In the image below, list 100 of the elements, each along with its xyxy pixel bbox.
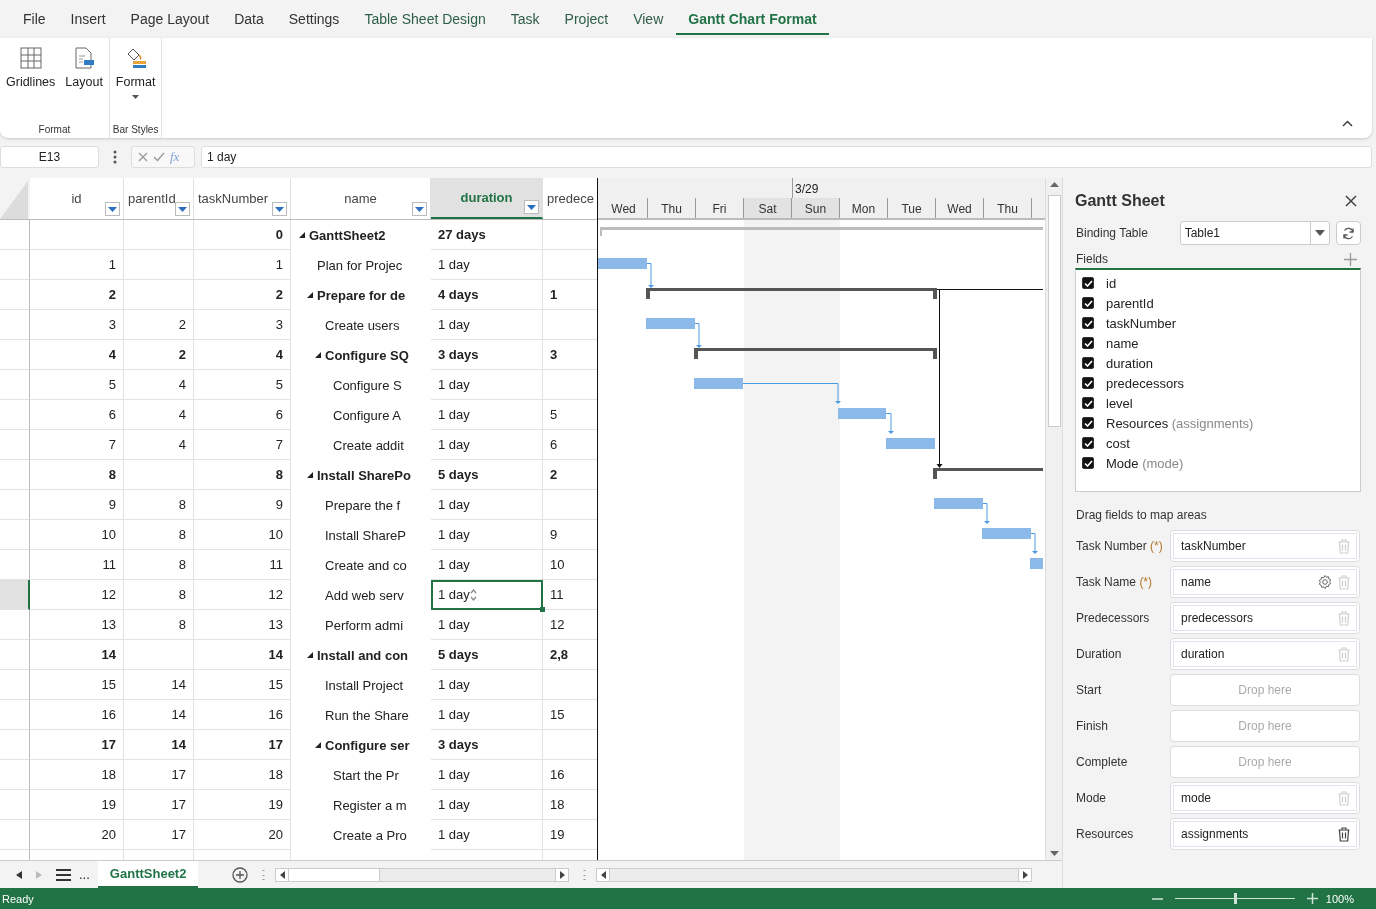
checkbox[interactable] xyxy=(1082,437,1094,449)
row-header[interactable] xyxy=(0,790,30,820)
checkbox[interactable] xyxy=(1082,397,1094,409)
row-header[interactable] xyxy=(0,760,30,790)
trash-icon[interactable] xyxy=(1338,826,1350,842)
scroll-left-icon[interactable] xyxy=(279,870,285,879)
task-name: Add web serv xyxy=(325,587,404,603)
next-sheet-icon[interactable] xyxy=(36,870,42,879)
menu-tab[interactable]: View xyxy=(621,3,676,35)
row-header[interactable] xyxy=(0,820,30,850)
table-cell: 1 day xyxy=(431,820,543,850)
row-header[interactable] xyxy=(0,310,30,340)
filter-button[interactable] xyxy=(105,202,120,216)
filter-button[interactable] xyxy=(272,202,287,216)
previous-sheet-icon[interactable] xyxy=(16,870,22,879)
collapse-triangle-icon[interactable] xyxy=(315,352,321,358)
table-cell: 1 xyxy=(194,250,291,280)
row-header[interactable] xyxy=(0,730,30,760)
checkbox[interactable] xyxy=(1082,357,1094,369)
table-cell: 11 xyxy=(30,550,124,580)
scroll-down-icon[interactable] xyxy=(1049,851,1059,857)
table-cell: 3 xyxy=(194,310,291,340)
field-name: cost xyxy=(1106,435,1130,451)
column-header[interactable]: taskNumber xyxy=(194,178,291,219)
menu-tab[interactable]: Project xyxy=(552,3,621,35)
menu-tab[interactable]: File xyxy=(11,3,58,35)
scroll-up-icon[interactable] xyxy=(1049,181,1059,187)
menu-tab[interactable]: Data xyxy=(222,3,276,35)
horizontal-scrollbar[interactable] xyxy=(275,867,570,882)
ribbon-button[interactable]: Format xyxy=(111,47,160,124)
row-header[interactable] xyxy=(0,640,30,670)
ribbon-button[interactable]: Layout xyxy=(61,47,107,124)
spinner-icon[interactable] xyxy=(469,588,477,601)
confirm-icon[interactable] xyxy=(153,152,165,162)
column-header[interactable]: parentId xyxy=(124,178,194,219)
binding-table-dropdown[interactable]: Table1 xyxy=(1179,221,1331,245)
row-header[interactable] xyxy=(0,700,30,730)
more-icon[interactable] xyxy=(113,150,117,164)
row-header[interactable] xyxy=(0,400,30,430)
menu-tab[interactable]: Table Sheet Design xyxy=(352,3,498,35)
sheet-tab[interactable]: GanttSheet2 xyxy=(97,861,199,888)
scroll-right-icon[interactable] xyxy=(1022,870,1028,879)
menu-tab[interactable]: Insert xyxy=(58,3,118,35)
refresh-button[interactable] xyxy=(1336,221,1361,245)
active-cell[interactable]: 1 day xyxy=(431,580,543,610)
vertical-scrollbar[interactable] xyxy=(1045,178,1062,860)
collapse-icon[interactable] xyxy=(1342,120,1353,127)
add-icon[interactable] xyxy=(1344,252,1357,266)
scroll-right-icon[interactable] xyxy=(559,870,565,879)
row-header[interactable] xyxy=(0,250,30,280)
row-header[interactable] xyxy=(0,490,30,520)
more-sheets-button[interactable]: ... xyxy=(79,867,90,882)
checkbox[interactable] xyxy=(1082,377,1094,389)
collapse-triangle-icon[interactable] xyxy=(307,472,313,478)
checkbox[interactable] xyxy=(1082,457,1094,469)
menu-tab[interactable]: Page Layout xyxy=(118,3,222,35)
formula-input[interactable]: 1 day xyxy=(201,146,1372,168)
checkbox[interactable] xyxy=(1082,277,1094,289)
filter-button[interactable] xyxy=(524,200,539,214)
column-header[interactable]: duration xyxy=(431,178,543,219)
cancel-icon[interactable] xyxy=(138,152,148,162)
menu-tab[interactable]: Gantt Chart Format xyxy=(676,3,829,35)
table-cell: 8 xyxy=(124,550,194,580)
horizontal-scrollbar[interactable] xyxy=(596,867,1033,882)
summary-bar[interactable] xyxy=(694,348,937,359)
row-header[interactable] xyxy=(0,220,30,250)
settings-icon[interactable] xyxy=(1317,574,1333,590)
row-header[interactable] xyxy=(0,460,30,490)
collapse-triangle-icon[interactable] xyxy=(299,232,305,238)
summary-bar[interactable] xyxy=(933,468,1043,479)
row-header[interactable] xyxy=(0,430,30,460)
table-cell: 6 xyxy=(30,400,124,430)
scroll-left-icon[interactable] xyxy=(600,870,606,879)
collapse-triangle-icon[interactable] xyxy=(307,292,313,298)
close-icon[interactable] xyxy=(1345,195,1357,207)
summary-bar[interactable] xyxy=(646,288,937,299)
row-header[interactable] xyxy=(0,520,30,550)
menu-icon[interactable] xyxy=(56,868,71,881)
row-header[interactable] xyxy=(0,610,30,640)
checkbox[interactable] xyxy=(1082,317,1094,329)
row-header[interactable] xyxy=(0,340,30,370)
name-box[interactable]: E13 xyxy=(0,146,99,168)
checkbox[interactable] xyxy=(1082,417,1094,429)
row-header[interactable] xyxy=(0,670,30,700)
menu-tab[interactable]: Task xyxy=(498,3,552,35)
row-header[interactable] xyxy=(0,280,30,310)
checkbox[interactable] xyxy=(1082,297,1094,309)
column-header[interactable]: id xyxy=(30,178,124,219)
ribbon-button[interactable]: Gridlines xyxy=(2,47,60,124)
collapse-triangle-icon[interactable] xyxy=(315,742,321,748)
filter-button[interactable] xyxy=(412,202,427,216)
filter-button[interactable] xyxy=(175,202,190,216)
row-header[interactable] xyxy=(0,370,30,400)
add-sheet-icon[interactable] xyxy=(232,866,249,883)
collapse-triangle-icon[interactable] xyxy=(307,652,313,658)
menu-tab[interactable]: Settings xyxy=(276,3,352,35)
zoom-in-icon[interactable] xyxy=(1306,893,1318,904)
zoom-out-icon[interactable] xyxy=(1151,897,1163,900)
checkbox[interactable] xyxy=(1082,337,1094,349)
row-header[interactable] xyxy=(0,580,30,610)
